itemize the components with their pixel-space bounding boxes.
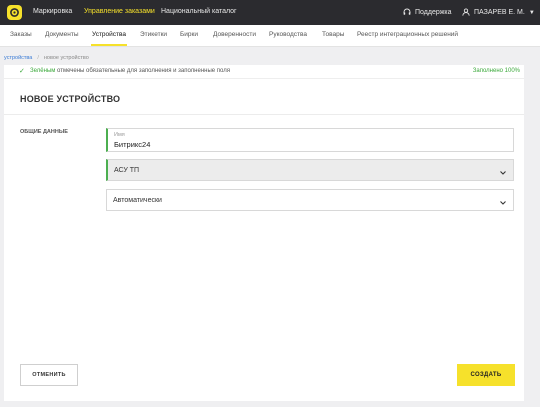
cancel-button[interactable]: ОТМЕНИТЬ bbox=[20, 364, 78, 386]
name-field-label: Имя bbox=[114, 132, 125, 138]
name-field-value[interactable]: Битрикс24 bbox=[114, 140, 150, 149]
completion-status: Заполнено 100% bbox=[472, 68, 520, 74]
divider bbox=[4, 114, 524, 115]
chevron-down-icon bbox=[499, 165, 507, 183]
user-icon bbox=[462, 8, 470, 16]
topnav-order-management[interactable]: Управление заказами bbox=[84, 8, 155, 15]
name-field[interactable]: Имя Битрикс24 bbox=[106, 128, 514, 152]
notice-text: отмечены обязательные для заполнения и з… bbox=[55, 68, 230, 74]
type-select[interactable]: АСУ ТП bbox=[106, 159, 514, 181]
active-tab-indicator bbox=[91, 44, 127, 46]
device-form-card: НОВОЕ УСТРОЙСТВО ОБЩИЕ ДАННЫЕ Имя Битрик… bbox=[4, 79, 524, 401]
support-label: Поддержка bbox=[415, 9, 452, 16]
check-icon: ✓ bbox=[19, 68, 25, 75]
tab-powers-of-attorney[interactable]: Доверенности bbox=[213, 31, 256, 38]
headset-icon bbox=[403, 8, 411, 15]
chevron-down-icon bbox=[499, 195, 507, 213]
section-tabs: Заказы Документы Устройства Этикетки Бир… bbox=[0, 25, 540, 47]
type-select-value: АСУ ТП bbox=[114, 167, 140, 174]
caret-down-icon: ▼ bbox=[528, 10, 535, 16]
tab-integration-registry[interactable]: Реестр интеграционных решений bbox=[357, 31, 458, 38]
tab-devices[interactable]: Устройства bbox=[92, 31, 126, 38]
top-bar: Маркировка Управление заказами Националь… bbox=[0, 0, 540, 25]
tab-orders[interactable]: Заказы bbox=[10, 31, 32, 38]
notice-message: Зелёным отмечены обязательные для заполн… bbox=[30, 68, 230, 74]
user-menu[interactable]: ПАЗАРЕВ Е. М. ▼ bbox=[462, 8, 535, 16]
topnav-marking[interactable]: Маркировка bbox=[33, 8, 72, 15]
tab-products[interactable]: Товары bbox=[322, 31, 344, 38]
support-link[interactable]: Поддержка bbox=[403, 8, 452, 16]
breadcrumb-devices[interactable]: устройства bbox=[4, 55, 32, 61]
breadcrumb-current: новое устройство bbox=[43, 55, 89, 61]
tab-labels[interactable]: Этикетки bbox=[140, 31, 167, 38]
tab-guides[interactable]: Руководства bbox=[269, 31, 307, 38]
logo-icon[interactable] bbox=[7, 5, 22, 20]
user-name: ПАЗАРЕВ Е. М. bbox=[474, 9, 525, 16]
breadcrumb: устройства / новое устройство bbox=[4, 55, 89, 61]
mode-select[interactable]: Автоматически bbox=[106, 189, 514, 211]
breadcrumb-separator: / bbox=[37, 55, 39, 61]
tab-documents[interactable]: Документы bbox=[45, 31, 79, 38]
tab-tags[interactable]: Бирки bbox=[180, 31, 198, 38]
notice-highlight: Зелёным bbox=[30, 68, 56, 74]
section-label-general: ОБЩИЕ ДАННЫЕ bbox=[20, 129, 68, 135]
mode-select-value: Автоматически bbox=[113, 197, 162, 204]
create-button[interactable]: СОЗДАТЬ bbox=[457, 364, 515, 386]
topnav-national-catalog[interactable]: Национальный каталог bbox=[161, 8, 237, 15]
page-title: НОВОЕ УСТРОЙСТВО bbox=[20, 94, 121, 104]
required-fields-notice: ✓ Зелёным отмечены обязательные для запо… bbox=[4, 65, 524, 79]
